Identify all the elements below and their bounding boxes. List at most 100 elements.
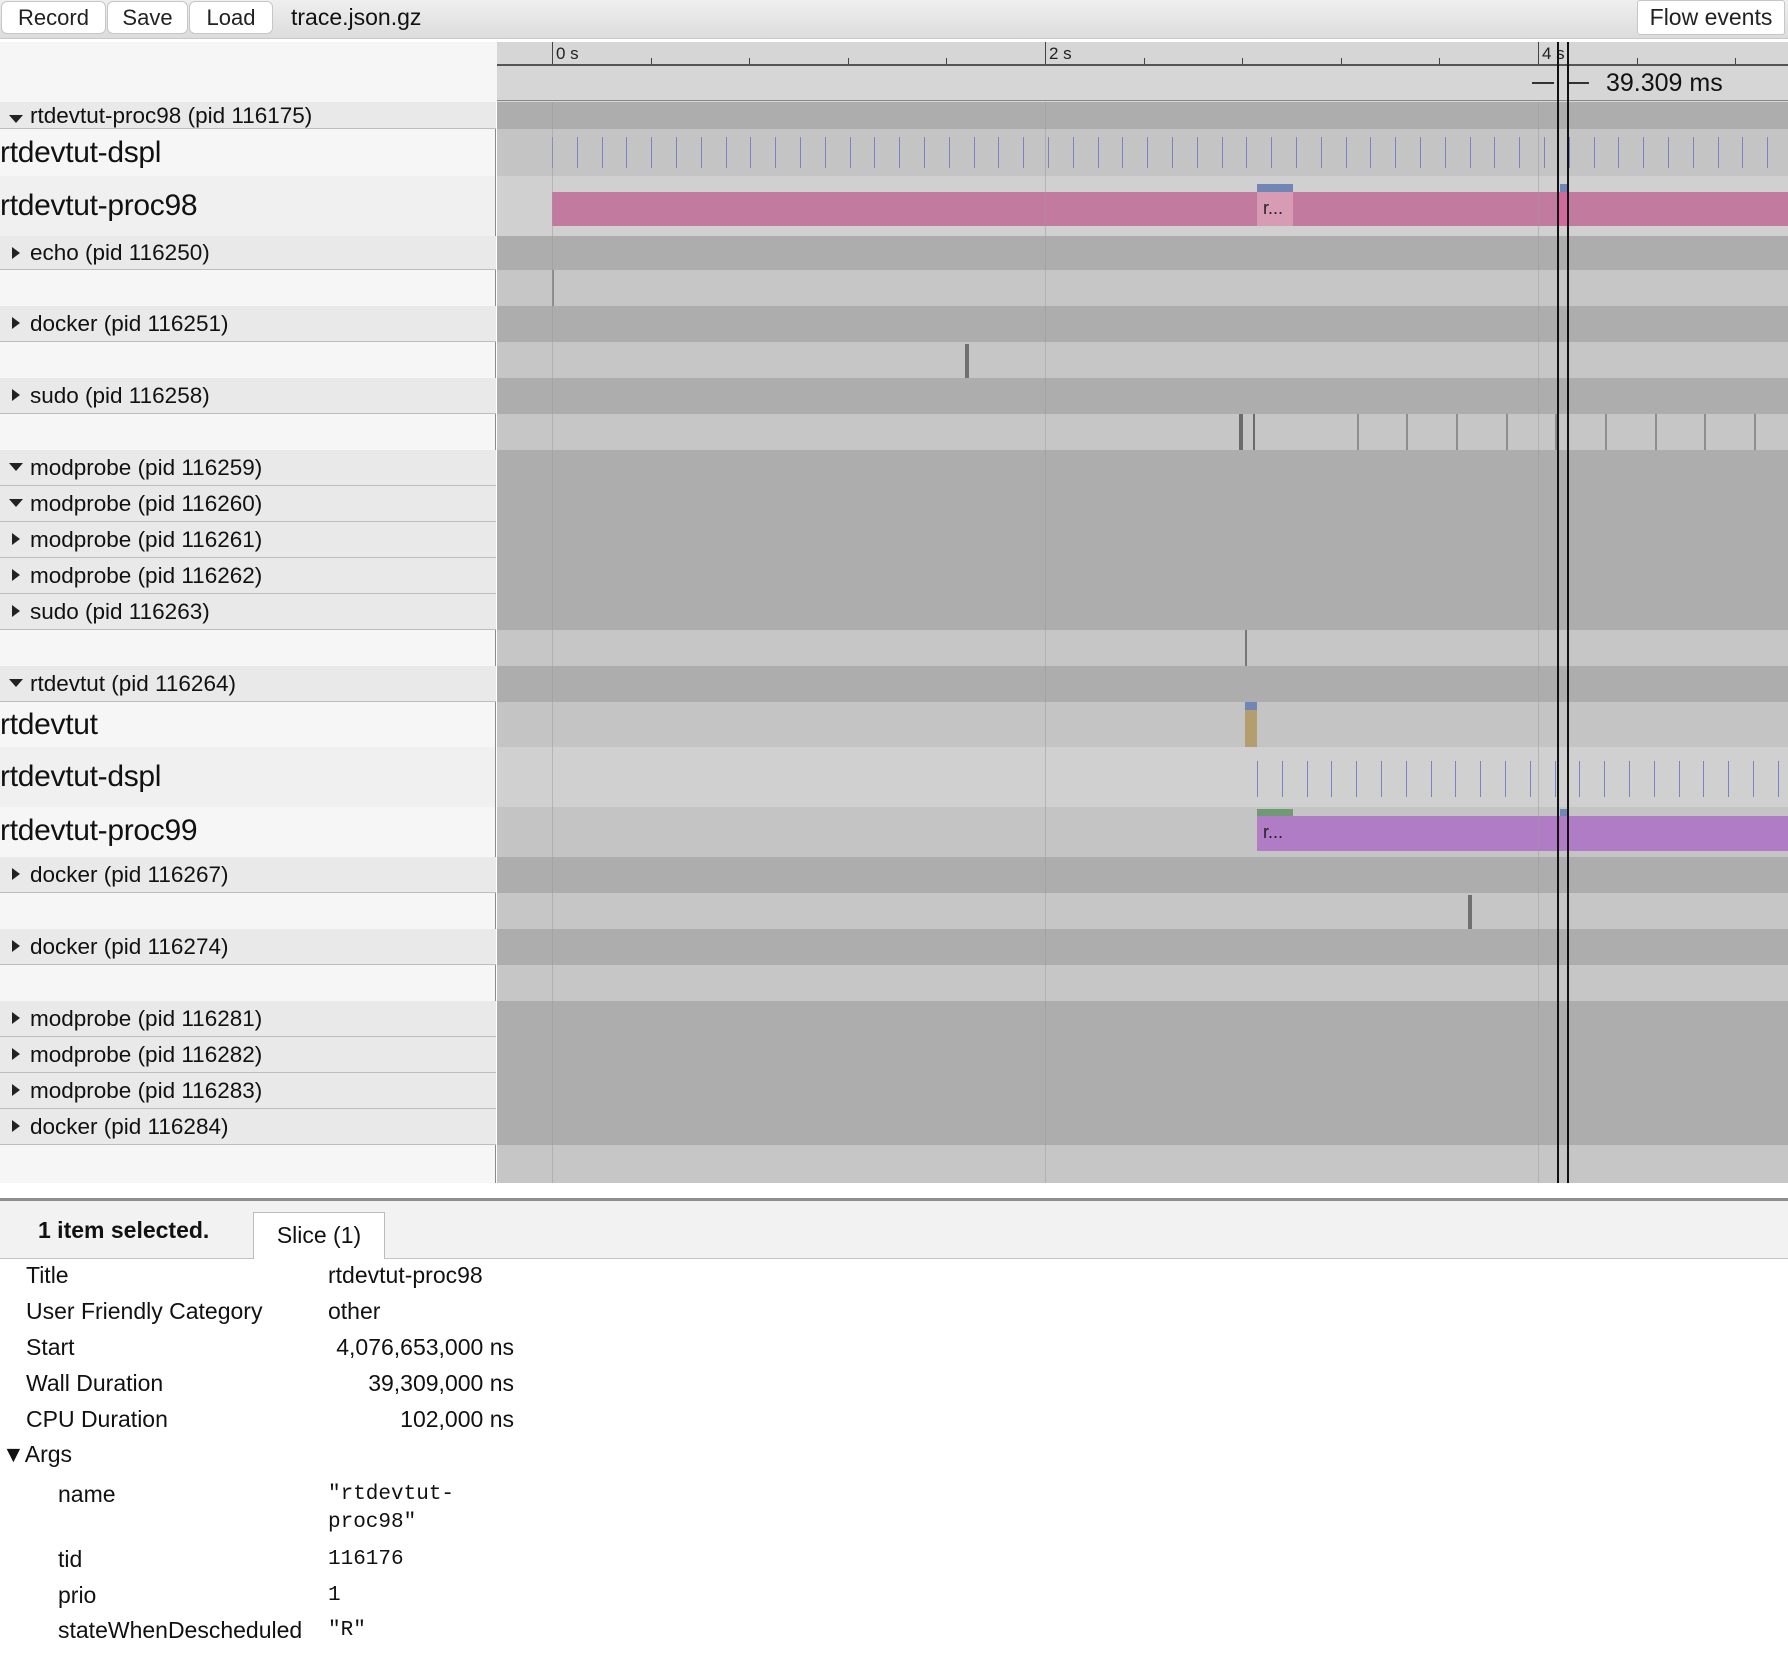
slice-parent[interactable] [1257, 184, 1293, 192]
thread-track-rtdevtut[interactable]: rtdevtut [0, 702, 1788, 747]
schedule-mark[interactable] [1444, 137, 1446, 168]
process-track-116283[interactable]: modprobe (pid 116283) [0, 1073, 1788, 1110]
event-mark[interactable] [1506, 414, 1508, 450]
schedule-mark[interactable] [1579, 761, 1581, 797]
schedule-mark[interactable] [1653, 761, 1655, 797]
process-track-116258[interactable]: sudo (pid 116258) [0, 378, 1788, 415]
event-mark[interactable] [1357, 414, 1359, 450]
caret-right-icon[interactable] [12, 533, 20, 545]
schedule-mark[interactable] [1494, 137, 1496, 168]
thread-timeline[interactable] [497, 747, 1788, 807]
caret-down-icon[interactable] [9, 115, 23, 123]
process-track-116175[interactable]: rtdevtut-proc98 (pid 116175) [0, 102, 1788, 130]
schedule-mark[interactable] [1593, 137, 1595, 168]
schedule-mark[interactable] [1395, 137, 1397, 168]
selection-end-line[interactable] [1567, 42, 1569, 1183]
schedule-mark[interactable] [1668, 137, 1669, 168]
schedule-mark[interactable] [1048, 137, 1049, 168]
schedule-mark[interactable] [948, 137, 950, 168]
event-mark[interactable] [1754, 414, 1756, 450]
schedule-mark[interactable] [1692, 137, 1694, 168]
caret-right-icon[interactable] [12, 1084, 20, 1096]
schedule-mark[interactable] [676, 137, 677, 168]
schedule-mark[interactable] [1430, 761, 1432, 797]
schedule-mark[interactable] [576, 137, 578, 168]
caret-down-icon[interactable] [9, 679, 23, 687]
schedule-mark[interactable] [1381, 761, 1382, 797]
schedule-mark[interactable] [1703, 761, 1705, 797]
schedule-mark[interactable] [1753, 761, 1754, 797]
schedule-mark[interactable] [1618, 137, 1620, 168]
caret-down-icon[interactable] [9, 499, 23, 507]
process-track-116281[interactable]: modprobe (pid 116281) [0, 1001, 1788, 1038]
schedule-mark[interactable] [1717, 137, 1719, 168]
slice-parent[interactable] [1245, 702, 1257, 710]
schedule-mark[interactable] [725, 137, 727, 168]
event-mark[interactable] [1468, 895, 1472, 929]
tab-slice[interactable]: Slice (1) [253, 1212, 385, 1259]
args-toggle[interactable]: ▼Args [2, 1441, 72, 1468]
caret-right-icon[interactable] [12, 569, 20, 581]
schedule-mark[interactable] [1742, 137, 1744, 168]
schedule-mark[interactable] [998, 137, 1000, 168]
caret-right-icon[interactable] [12, 247, 20, 259]
schedule-mark[interactable] [1172, 137, 1173, 168]
schedule-mark[interactable] [1246, 137, 1248, 168]
schedule-mark[interactable] [1257, 761, 1258, 797]
save-button[interactable]: Save [107, 1, 188, 34]
process-track-116267[interactable]: docker (pid 116267) [0, 857, 1788, 894]
schedule-mark[interactable] [1420, 137, 1421, 168]
event-mark[interactable] [965, 344, 969, 378]
process-track-116263[interactable]: sudo (pid 116263) [0, 594, 1788, 631]
schedule-mark[interactable] [750, 137, 752, 168]
schedule-mark[interactable] [1072, 137, 1074, 168]
caret-right-icon[interactable] [12, 1012, 20, 1024]
event-mark[interactable] [1704, 414, 1706, 450]
thread-timeline[interactable]: r... [497, 176, 1788, 236]
event-mark[interactable] [1245, 630, 1247, 666]
selection-start-line[interactable] [1557, 42, 1559, 1183]
event-mark[interactable] [1605, 414, 1607, 450]
slice-parent[interactable] [1257, 809, 1293, 816]
process-track-116262[interactable]: modprobe (pid 116262) [0, 558, 1788, 595]
schedule-mark[interactable] [1629, 761, 1630, 797]
process-track-116250[interactable]: echo (pid 116250) [0, 236, 1788, 271]
process-track-116260[interactable]: modprobe (pid 116260) [0, 486, 1788, 523]
slice-proc98[interactable] [552, 192, 1788, 226]
event-mark[interactable] [1456, 414, 1458, 450]
schedule-mark[interactable] [1529, 761, 1531, 797]
process-track-116274[interactable]: docker (pid 116274) [0, 929, 1788, 966]
schedule-mark[interactable] [1331, 761, 1333, 797]
schedule-mark[interactable] [1554, 761, 1556, 797]
schedule-mark[interactable] [973, 137, 975, 168]
schedule-mark[interactable] [1370, 137, 1372, 168]
caret-right-icon[interactable] [12, 317, 20, 329]
schedule-mark[interactable] [700, 137, 702, 168]
schedule-mark[interactable] [1728, 761, 1730, 797]
schedule-mark[interactable] [824, 137, 826, 168]
caret-right-icon[interactable] [12, 940, 20, 952]
schedule-mark[interactable] [1480, 761, 1482, 797]
schedule-mark[interactable] [1777, 761, 1779, 797]
schedule-mark[interactable] [849, 137, 851, 168]
schedule-mark[interactable] [1271, 137, 1273, 168]
schedule-mark[interactable] [1147, 137, 1149, 168]
process-track-116264[interactable]: rtdevtut (pid 116264) [0, 666, 1788, 703]
schedule-mark[interactable] [1767, 137, 1769, 168]
thread-track-proc98[interactable]: rtdevtut-proc98 r... [0, 176, 1788, 236]
schedule-mark[interactable] [651, 137, 653, 168]
schedule-mark[interactable] [1296, 137, 1297, 168]
process-track-116261[interactable]: modprobe (pid 116261) [0, 522, 1788, 559]
schedule-mark[interactable] [1505, 761, 1506, 797]
thread-track-dspl[interactable]: rtdevtut-dspl [0, 129, 1788, 176]
thread-timeline[interactable]: r... [497, 807, 1788, 857]
schedule-mark[interactable] [924, 137, 925, 168]
caret-right-icon[interactable] [12, 1120, 20, 1132]
schedule-mark[interactable] [1320, 137, 1322, 168]
schedule-mark[interactable] [1306, 761, 1308, 797]
schedule-mark[interactable] [1281, 761, 1283, 797]
schedule-mark[interactable] [1221, 137, 1223, 168]
event-mark[interactable] [1239, 414, 1243, 450]
schedule-mark[interactable] [1519, 137, 1521, 168]
caret-down-icon[interactable] [9, 463, 23, 471]
